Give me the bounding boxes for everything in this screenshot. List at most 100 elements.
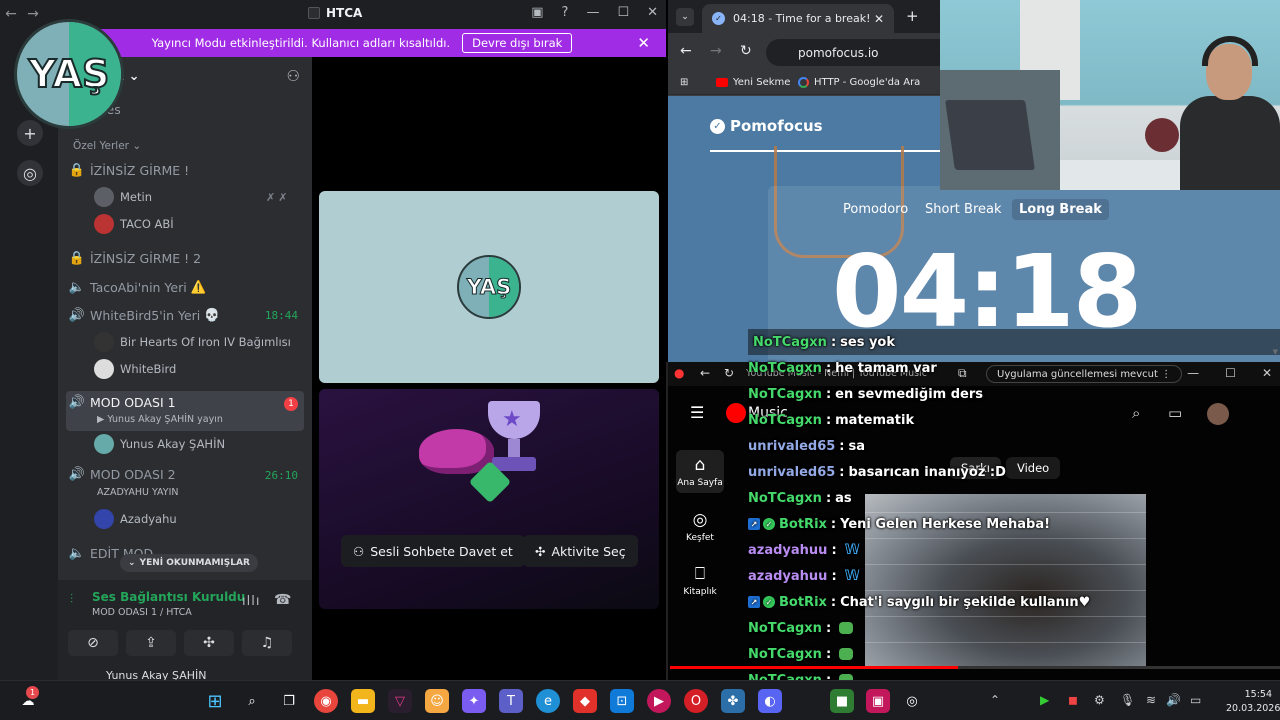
reload-icon[interactable]: ↻ <box>740 43 752 59</box>
close-button[interactable]: ✕ <box>647 5 658 20</box>
tab-pomofocus[interactable]: ✓ 04:18 - Time for a break! ✕ <box>702 4 894 33</box>
nav-library[interactable]: ⎕ Kitaplık <box>676 564 724 597</box>
activities-button[interactable]: ✣ <box>184 630 234 656</box>
task-view-icon[interactable]: ❐ <box>277 689 301 713</box>
battery-icon[interactable]: ▭ <box>1190 693 1201 707</box>
disconnect-icon[interactable]: ☎ <box>274 592 291 608</box>
tab-long-break[interactable]: Long Break <box>1012 199 1109 220</box>
cast-icon[interactable]: ▭ <box>1168 404 1182 422</box>
voice-user-whitebird[interactable]: WhiteBird <box>94 358 176 380</box>
category-ozel-yerler[interactable]: Özel Yerler ⌄ <box>73 140 141 152</box>
close-banner-icon[interactable]: ✕ <box>637 34 650 52</box>
teams-icon[interactable]: T <box>499 689 523 713</box>
disable-streamer-mode-button[interactable]: Devre dışı bırak <box>462 33 573 53</box>
channel-tacoabi-yeri[interactable]: 🔈 TacoAbi'nin Yeri ⚠️ <box>66 275 304 299</box>
add-server-icon[interactable]: + <box>17 120 43 146</box>
youtube-music-icon[interactable]: ▶ <box>647 689 671 713</box>
scroll-down-icon[interactable]: ▼ <box>1273 348 1278 356</box>
back-arrow-icon[interactable]: ← <box>700 366 710 380</box>
help-icon[interactable]: ? <box>562 5 569 20</box>
screen-share-button[interactable]: ⇪ <box>126 630 176 656</box>
forward-arrow-icon[interactable]: → <box>22 6 44 22</box>
inbox-icon[interactable]: ▣ <box>531 5 543 20</box>
app-icon[interactable]: ■ <box>830 689 854 713</box>
choose-activity-button[interactable]: ✣ Aktivite Seç <box>523 535 638 567</box>
voice-user-metin[interactable]: Metin ✗✗ <box>94 186 287 208</box>
start-icon[interactable]: ⊞ <box>203 689 227 713</box>
store-icon[interactable]: ⊡ <box>610 689 634 713</box>
app-icon[interactable]: ✤ <box>721 689 745 713</box>
mic-icon[interactable]: 🎙 <box>1120 693 1135 707</box>
tab-pomodoro[interactable]: Pomodoro <box>836 199 915 220</box>
app-icon[interactable]: ◆ <box>573 689 597 713</box>
app-icon[interactable]: ☺ <box>425 689 449 713</box>
camera-off-button[interactable]: ⊘ <box>68 630 118 656</box>
voice-user-azadyahu[interactable]: Azadyahu <box>94 508 177 530</box>
nav-home[interactable]: ⌂ Ana Sayfa <box>676 450 724 493</box>
minimize-button[interactable]: — <box>586 5 599 20</box>
app-icon[interactable]: ▣ <box>866 689 890 713</box>
file-explorer-icon[interactable]: ▬ <box>351 689 375 713</box>
playback-progress-bar[interactable] <box>670 666 1280 669</box>
app-icon[interactable]: ▽ <box>388 689 412 713</box>
obs-icon[interactable]: ◎ <box>900 689 924 713</box>
menu-icon[interactable]: ☰ <box>690 403 704 422</box>
opera-icon[interactable]: O <box>684 689 708 713</box>
invite-people-icon[interactable]: ⚇ <box>287 67 300 85</box>
channel-whitebird-yeri[interactable]: 🔊 WhiteBird5'in Yeri 💀 18:44 <box>66 303 304 327</box>
voice-user-hearts[interactable]: Bir Hearts Of Iron IV Bağımlısı <box>94 331 291 353</box>
chip-song[interactable]: Şarkı <box>950 457 1001 479</box>
clock[interactable]: 15:54 20.03.2026 <box>1226 688 1280 716</box>
tray-app-icon[interactable]: ▶ <box>1040 693 1049 707</box>
minimize-button[interactable]: — <box>1187 366 1199 380</box>
avatar[interactable] <box>1207 403 1229 425</box>
invite-to-voice-button[interactable]: ⚇ Sesli Sohbete Davet et <box>341 535 525 567</box>
tray-expand-icon[interactable]: ⌃ <box>990 693 1000 707</box>
channel-mod-odasi-2[interactable]: 🔊 MOD ODASI 2 AZADYAHU YAYIN 26:10 <box>66 467 304 501</box>
search-icon[interactable]: ⌕ <box>1132 404 1140 422</box>
voice-user-yunus[interactable]: Yunus Akay ŞAHİN <box>94 433 225 455</box>
server-logo[interactable]: YAŞ <box>14 19 124 129</box>
wifi-icon[interactable]: ≋ <box>1146 693 1156 707</box>
bookmark-google-search[interactable]: HTTP - Google'da Ara <box>798 77 920 88</box>
channel-izinsiz-girme-2[interactable]: 🔒 İZİNSİZ GİRME ! 2 <box>66 246 304 270</box>
reload-icon[interactable]: ↻ <box>724 366 734 380</box>
channel-mod-odasi-1[interactable]: 🔊 MOD ODASI 1 ▶ Yunus Akay ŞAHİN yayın 1 <box>66 391 304 431</box>
discord-icon[interactable]: ◐ <box>758 689 782 713</box>
tab-short-break[interactable]: Short Break <box>918 199 1009 220</box>
apps-icon[interactable]: ⊞ <box>680 77 688 88</box>
voice-status[interactable]: Ses Bağlantısı Kuruldu <box>92 590 245 604</box>
bookmark-yeni-sekme[interactable]: Yeni Sekme <box>716 77 790 88</box>
ytm-logo-icon[interactable] <box>726 403 746 423</box>
maximize-button[interactable]: ☐ <box>1225 366 1236 380</box>
nav-explore[interactable]: ◎ Keşfet <box>676 510 724 543</box>
volume-icon[interactable]: 🔊 <box>1166 693 1181 707</box>
new-tab-icon[interactable]: + <box>906 7 919 25</box>
pomofocus-logo[interactable]: ✓ Pomofocus <box>710 117 823 135</box>
search-icon[interactable]: ⌕ <box>240 689 264 713</box>
soundboard-button[interactable]: ♫ <box>242 630 292 656</box>
noise-suppression-icon[interactable]: ıllı <box>242 594 260 609</box>
channel-izinsiz-girme-1[interactable]: 🔒 İZİNSİZ GİRME ! <box>66 158 304 182</box>
tray-app-icon[interactable]: ◼ <box>1068 693 1078 707</box>
copilot-icon[interactable]: ✦ <box>462 689 486 713</box>
steam-icon[interactable]: ⚙ <box>1094 693 1105 707</box>
voice-user-taco-abi[interactable]: TACO ABİ <box>94 213 174 235</box>
home-icon: ⌂ <box>694 455 706 475</box>
maximize-button[interactable]: ☐ <box>617 5 629 20</box>
participant-tile[interactable]: YAŞ <box>319 191 659 383</box>
close-button[interactable]: ✕ <box>1262 366 1272 380</box>
channel-timer: 26:10 <box>264 469 298 482</box>
edge-icon[interactable]: e <box>536 689 560 713</box>
close-tab-icon[interactable]: ✕ <box>874 12 884 26</box>
back-arrow-icon[interactable]: ← <box>680 43 692 59</box>
discover-icon[interactable]: ◎ <box>17 160 43 186</box>
new-unreads-pill[interactable]: ⌄ YENİ OKUNMAMIŞLAR <box>120 554 258 572</box>
back-arrow-icon[interactable]: ← <box>0 6 22 22</box>
forward-arrow-icon[interactable]: → <box>710 43 722 59</box>
chip-video[interactable]: Video <box>1006 457 1061 479</box>
app-update-pill[interactable]: Uygulama güncellemesi mevcut ⋮ <box>986 365 1183 383</box>
extensions-icon[interactable]: ⧉ <box>958 366 967 381</box>
tab-search-icon[interactable]: ⌄ <box>676 8 694 26</box>
chrome-icon[interactable]: ◉ <box>314 689 338 713</box>
